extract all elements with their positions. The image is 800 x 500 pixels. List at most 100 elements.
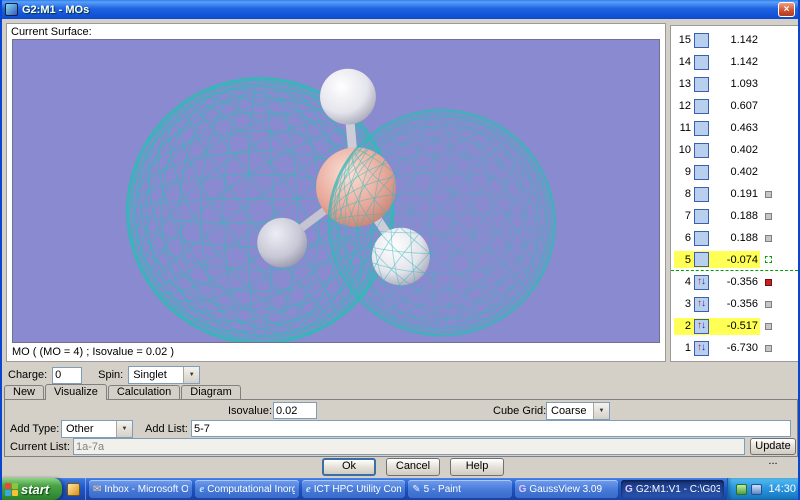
mo-number: 8 [684, 188, 691, 200]
mo-number: 14 [678, 56, 691, 68]
window-icon [5, 3, 18, 16]
taskbar-item[interactable]: ✎ 5 - Paint [408, 480, 512, 498]
ie-icon: e [199, 483, 205, 495]
mo-marker[interactable] [765, 322, 772, 330]
mo-occupancy-icon[interactable]: ↑ ↓ [694, 318, 709, 334]
mo-row[interactable]: 5 -0.074 [671, 249, 798, 271]
cancel-button[interactable]: Cancel [386, 458, 440, 476]
taskbar-item[interactable]: G GaussView 3.09 [514, 480, 619, 498]
mo-row[interactable]: 13 1.093 [671, 73, 798, 95]
current-list-input [73, 438, 745, 455]
mo-row[interactable]: 6 0.188 [671, 227, 798, 249]
mo-row[interactable]: 4 ↑ ↓ -0.356 [671, 271, 798, 293]
tab-calculation[interactable]: Calculation [107, 385, 181, 399]
hydrogen-atom-top [320, 68, 376, 125]
mo-row[interactable]: 7 0.188 [671, 205, 798, 227]
charge-spin-row: Charge: Spin: Singlet ▼ [8, 366, 201, 384]
mo-row[interactable]: 11 0.463 [671, 117, 798, 139]
window-title: G2:M1 - MOs [22, 3, 90, 16]
mo-energy-value: 0.188 [730, 232, 758, 244]
mo-occupancy-icon[interactable]: ↑ ↓ [694, 274, 709, 290]
ie-icon: e [305, 483, 311, 495]
mo-marker[interactable] [765, 300, 772, 308]
gaussview-icon: G [518, 483, 527, 495]
update-button[interactable]: Update ... [750, 438, 796, 467]
mo-occupancy-icon[interactable] [694, 120, 709, 136]
mo-occupancy-icon[interactable] [694, 230, 709, 246]
mo-energy-value: 0.402 [730, 144, 758, 156]
chevron-down-icon[interactable]: ▼ [183, 367, 200, 383]
titlebar[interactable]: G2:M1 - MOs × [2, 0, 798, 19]
mo-occupancy-icon[interactable] [694, 186, 709, 202]
cube-grid-select[interactable]: Coarse ▼ [546, 402, 610, 420]
mo-energy-value: -6.730 [726, 342, 758, 354]
mo-row[interactable]: 12 0.607 [671, 95, 798, 117]
mo-number: 9 [684, 166, 691, 178]
spin-down-arrow-icon: ↓ [701, 298, 706, 309]
mo-dialog-tabs: New Visualize Calculation Diagram [4, 384, 242, 400]
mo-occupancy-icon[interactable] [694, 208, 709, 224]
tab-new[interactable]: New [4, 385, 45, 399]
mo-row[interactable]: 9 0.402 [671, 161, 798, 183]
mo-occupancy-icon[interactable] [694, 164, 709, 180]
add-type-select[interactable]: Other ▼ [61, 420, 133, 438]
mo-row[interactable]: 10 0.402 [671, 139, 798, 161]
cube-grid-label: Cube Grid: [493, 405, 547, 417]
mo-occupancy-icon[interactable] [694, 142, 709, 158]
mo-3d-viewport[interactable] [12, 39, 660, 343]
mo-occupancy-icon[interactable]: ↑ ↓ [694, 340, 709, 356]
hydrogen-atom-left [257, 217, 308, 268]
mo-energy-value: 0.188 [730, 210, 758, 222]
molecule-scene [13, 40, 659, 342]
mo-occupancy-icon[interactable] [694, 76, 709, 92]
add-list-input[interactable] [191, 420, 791, 437]
mo-marker[interactable] [765, 234, 772, 242]
chevron-down-icon[interactable]: ▼ [593, 403, 609, 419]
mo-list-panel: 15 1.142 14 1.142 13 1.093 12 0.607 11 0… [670, 25, 798, 362]
close-button[interactable]: × [778, 2, 795, 17]
isovalue-input[interactable] [273, 402, 317, 419]
charge-label: Charge: [8, 369, 48, 381]
mo-occupancy-icon[interactable] [694, 54, 709, 70]
taskbar: start ✉ Inbox - Microsoft Out... e Compu… [2, 478, 798, 500]
start-button[interactable]: start [2, 478, 62, 500]
close-icon: × [783, 4, 790, 15]
current-surface-label: Current Surface: [11, 26, 92, 38]
mo-occupancy-icon[interactable] [694, 98, 709, 114]
mo-occupancy-icon[interactable] [694, 32, 709, 48]
mo-marker[interactable] [765, 344, 772, 352]
mo-occupancy-icon[interactable]: ↑ ↓ [694, 296, 709, 312]
mo-marker[interactable] [765, 256, 772, 263]
mo-energy-value: -0.517 [726, 320, 758, 332]
taskbar-item[interactable]: G G2:M1:V1 - C:\G03W... [621, 480, 725, 498]
mo-row[interactable]: 15 1.142 [671, 29, 798, 51]
mo-row[interactable]: 8 0.191 [671, 183, 798, 205]
mo-row[interactable]: 14 1.142 [671, 51, 798, 73]
quick-launch-icon[interactable] [67, 482, 80, 496]
mo-row[interactable]: 1 ↑ ↓ -6.730 [671, 337, 798, 359]
add-list-label: Add List: [145, 423, 188, 435]
mo-marker[interactable] [765, 190, 772, 198]
mo-number: 10 [678, 144, 691, 156]
tab-diagram[interactable]: Diagram [181, 385, 241, 399]
ok-button[interactable]: Ok [322, 458, 376, 476]
taskbar-item[interactable]: e Computational Inorga... [195, 480, 299, 498]
tray-status-icon[interactable] [736, 483, 748, 495]
mo-row[interactable]: 3 ↑ ↓ -0.356 [671, 293, 798, 315]
charge-input[interactable] [52, 366, 83, 384]
help-button[interactable]: Help [450, 458, 504, 476]
taskbar-item[interactable]: e ICT HPC Utility Comp... [301, 480, 406, 498]
tab-visualize[interactable]: Visualize [45, 384, 107, 400]
mo-status-text: MO ( (MO = 4) ; Isovalue = 0.02 ) [12, 346, 174, 358]
taskbar-item[interactable]: ✉ Inbox - Microsoft Out... [89, 480, 193, 498]
current-list-label: Current List: [10, 441, 70, 453]
spin-select[interactable]: Singlet ▼ [128, 366, 201, 384]
mo-occupancy-icon[interactable] [694, 252, 709, 267]
spin-down-arrow-icon: ↓ [701, 320, 706, 331]
windows-logo-icon [5, 482, 18, 496]
chevron-down-icon[interactable]: ▼ [116, 421, 132, 437]
mo-marker[interactable] [765, 212, 772, 220]
mo-marker[interactable] [765, 278, 772, 286]
tray-network-icon[interactable] [751, 483, 763, 495]
mo-row[interactable]: 2 ↑ ↓ -0.517 [671, 315, 798, 337]
